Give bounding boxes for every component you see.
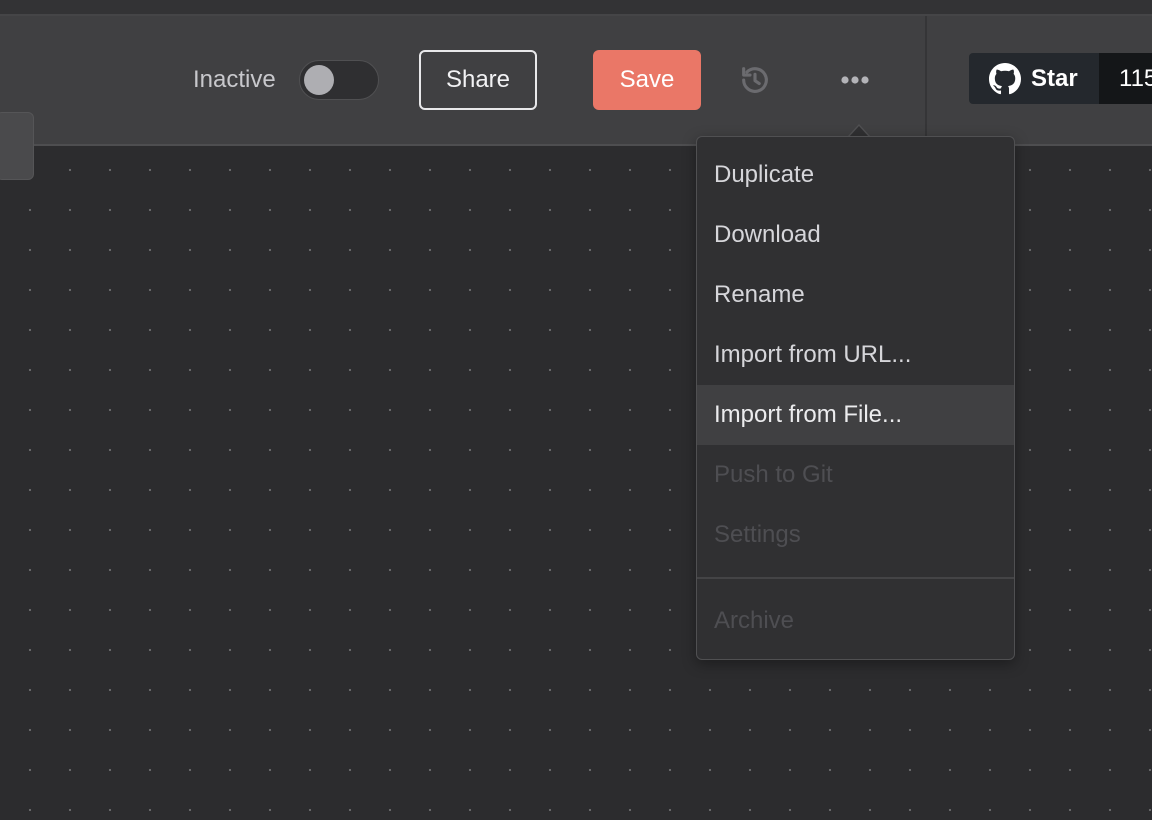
github-star-count[interactable]: 115 [1099,53,1152,104]
active-toggle[interactable] [299,60,379,100]
history-icon[interactable] [738,63,772,97]
header-divider [925,16,927,144]
menu-item-push-to-git: Push to Git [714,461,833,488]
menu-item-duplicate[interactable]: Duplicate [697,145,1014,205]
github-star-button[interactable]: Star [969,53,1099,104]
menu-separator [697,577,1014,579]
share-button[interactable]: Share [419,50,537,110]
menu-item-archive: Archive [714,607,795,634]
menu-item-download[interactable]: Download [697,205,1014,265]
menu-item-import-from-file[interactable]: Import from File... [697,385,1014,445]
workflow-actions-menu: Duplicate Download Rename Import from UR… [696,136,1015,660]
github-star-label: Star [1031,64,1078,92]
menu-item-settings: Settings [714,521,801,548]
more-horizontal-icon[interactable] [838,66,872,94]
window-top-strip [0,0,1152,16]
toggle-knob [304,65,334,95]
active-status-label: Inactive [193,66,276,93]
menu-item-rename[interactable]: Rename [697,265,1014,325]
save-button[interactable]: Save [593,50,701,110]
menu-item-import-from-url[interactable]: Import from URL... [697,325,1014,385]
github-icon [989,62,1021,95]
side-panel-tab[interactable] [0,112,34,180]
